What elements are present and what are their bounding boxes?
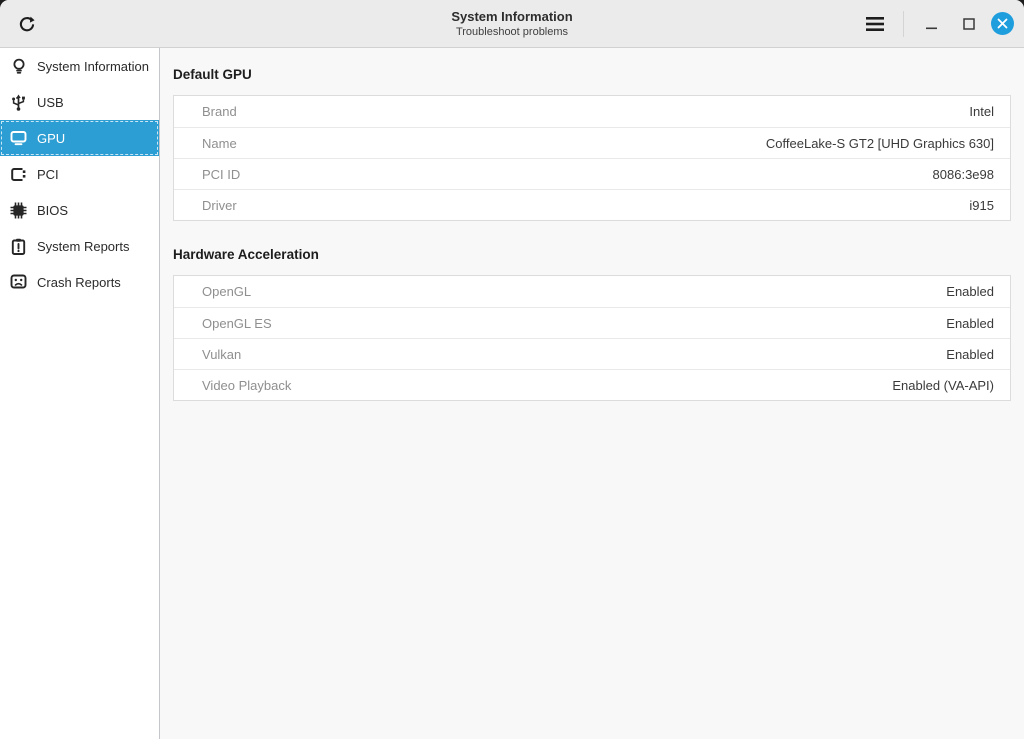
close-button[interactable]	[991, 12, 1014, 35]
row-value: Enabled	[946, 316, 994, 331]
table-row: Video Playback Enabled (VA-API)	[174, 369, 1010, 400]
table-row: PCI ID 8086:3e98	[174, 158, 1010, 189]
row-label: Brand	[202, 104, 237, 119]
system-information-window: System Information Troubleshoot problems	[0, 0, 1024, 739]
usb-icon	[10, 94, 27, 111]
row-value: Enabled	[946, 347, 994, 362]
row-value: i915	[969, 198, 994, 213]
row-label: Driver	[202, 198, 237, 213]
maximize-icon	[963, 18, 975, 30]
titlebar: System Information Troubleshoot problems	[0, 0, 1024, 48]
sidebar-item-label: Crash Reports	[37, 275, 121, 290]
hamburger-icon	[866, 17, 884, 31]
main-content: Default GPU Brand Intel Name CoffeeLake-…	[160, 48, 1024, 739]
row-label: Video Playback	[202, 378, 291, 393]
row-value: CoffeeLake-S GT2 [UHD Graphics 630]	[766, 136, 994, 151]
monitor-icon	[10, 130, 27, 147]
sidebar-item-label: USB	[37, 95, 64, 110]
section-heading-default-gpu: Default GPU	[173, 67, 1011, 82]
menu-button[interactable]	[860, 9, 890, 39]
row-label: PCI ID	[202, 167, 240, 182]
row-value: Intel	[969, 104, 994, 119]
table-row: Driver i915	[174, 189, 1010, 220]
window-title: System Information	[451, 9, 572, 25]
row-label: Vulkan	[202, 347, 241, 362]
table-row: Vulkan Enabled	[174, 338, 1010, 369]
sidebar-item-crash-reports[interactable]: Crash Reports	[0, 264, 159, 300]
sidebar-item-label: GPU	[37, 131, 65, 146]
row-value: Enabled	[946, 284, 994, 299]
sidebar-item-usb[interactable]: USB	[0, 84, 159, 120]
sidebar-item-label: System Information	[37, 59, 149, 74]
window-subtitle: Troubleshoot problems	[456, 25, 568, 39]
table-row: OpenGL Enabled	[174, 276, 1010, 307]
sidebar-item-system-reports[interactable]: System Reports	[0, 228, 159, 264]
table-row: Brand Intel	[174, 96, 1010, 127]
row-label: OpenGL ES	[202, 316, 272, 331]
refresh-button[interactable]	[12, 9, 42, 39]
refresh-icon	[17, 14, 37, 34]
row-label: OpenGL	[202, 284, 251, 299]
table-row: Name CoffeeLake-S GT2 [UHD Graphics 630]	[174, 127, 1010, 158]
titlebar-separator	[903, 11, 904, 37]
crash-face-icon	[10, 274, 27, 291]
row-label: Name	[202, 136, 237, 151]
hardware-acceleration-table: OpenGL Enabled OpenGL ES Enabled Vulkan …	[173, 275, 1011, 401]
maximize-button[interactable]	[954, 9, 984, 39]
sidebar-item-bios[interactable]: BIOS	[0, 192, 159, 228]
section-heading-hardware-acceleration: Hardware Acceleration	[173, 247, 1011, 262]
pci-card-icon	[10, 166, 27, 183]
sidebar-item-gpu[interactable]: GPU	[0, 120, 159, 156]
sidebar-item-label: BIOS	[37, 203, 68, 218]
clipboard-alert-icon	[10, 238, 27, 255]
table-row: OpenGL ES Enabled	[174, 307, 1010, 338]
close-icon	[997, 18, 1008, 29]
minimize-button[interactable]	[917, 9, 947, 39]
minimize-icon	[926, 18, 938, 30]
lightbulb-icon	[10, 58, 27, 75]
sidebar-item-label: System Reports	[37, 239, 129, 254]
sidebar-item-system-information[interactable]: System Information	[0, 48, 159, 84]
default-gpu-table: Brand Intel Name CoffeeLake-S GT2 [UHD G…	[173, 95, 1011, 221]
sidebar-item-label: PCI	[37, 167, 59, 182]
chip-icon	[10, 202, 27, 219]
sidebar-item-pci[interactable]: PCI	[0, 156, 159, 192]
sidebar: System Information USB	[0, 48, 160, 739]
row-value: Enabled (VA-API)	[892, 378, 994, 393]
row-value: 8086:3e98	[933, 167, 994, 182]
